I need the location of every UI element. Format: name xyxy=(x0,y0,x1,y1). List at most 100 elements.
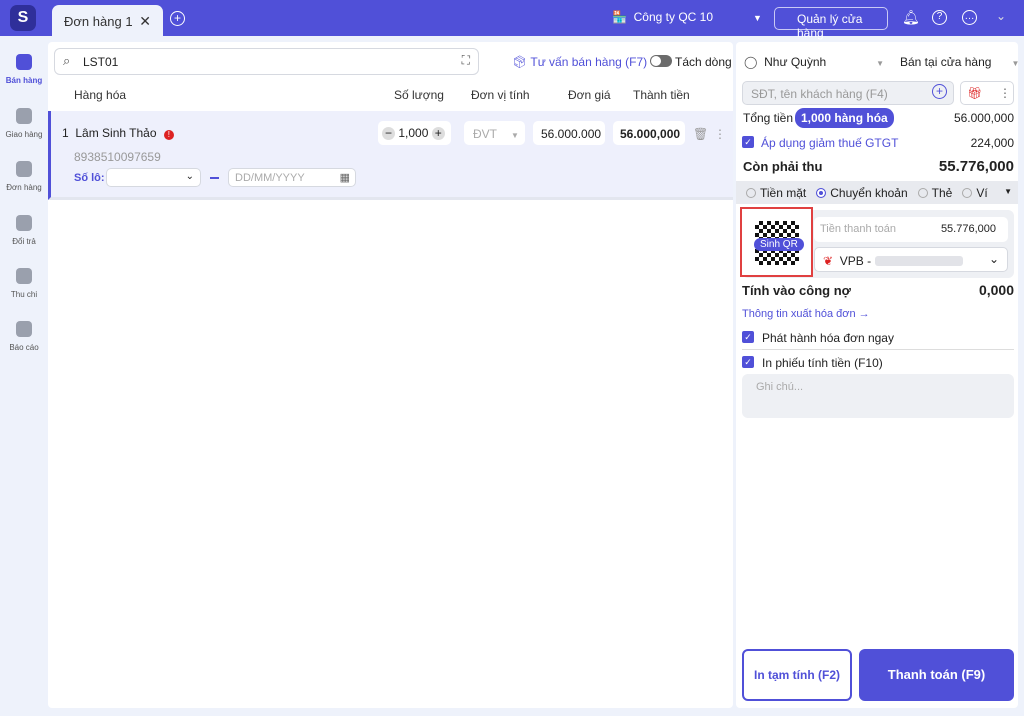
sidebar-item-don-hang[interactable]: Đơn hàng xyxy=(0,161,48,192)
customer-actions: 🎁︎ ⋮ xyxy=(960,81,1014,105)
method-cash[interactable]: Tiền mặt xyxy=(746,186,806,200)
quantity-stepper[interactable]: − 1,000 + xyxy=(378,121,451,145)
print-temp-button[interactable]: In tạm tính (F2) xyxy=(742,649,852,701)
kebab-icon[interactable]: ⋮ xyxy=(714,127,726,141)
invoice-info-link[interactable]: Thông tin xuất hóa đơn → xyxy=(742,308,870,320)
calendar-icon: ▦ xyxy=(339,172,350,184)
caret-down-icon[interactable]: ▼ xyxy=(1004,187,1012,196)
staff-select[interactable]: ◯ Như Quỳnh ▼ xyxy=(744,55,884,69)
note-textarea[interactable]: Ghi chú... xyxy=(742,374,1014,418)
product-search-input[interactable]: ⌕ LST01 ⛶ xyxy=(54,48,479,75)
staff-name: Như Quỳnh xyxy=(764,55,827,69)
add-customer-icon[interactable]: + xyxy=(932,84,947,99)
issue-invoice-label: Phát hành hóa đơn ngay xyxy=(762,331,894,345)
sidebar-item-bao-cao[interactable]: Báo cáo xyxy=(0,321,48,352)
dash-separator xyxy=(210,177,219,179)
radio xyxy=(917,188,928,198)
bag-icon xyxy=(16,54,32,70)
sidebar-label: Thu chi xyxy=(10,290,38,299)
sidebar-label: Bán hàng xyxy=(5,76,43,85)
channel-select[interactable]: Bán tại cửa hàng ▼ xyxy=(900,55,1019,69)
issue-invoice-checkbox[interactable]: ✓ xyxy=(742,331,754,343)
trash-icon[interactable]: 🗑︎ xyxy=(693,127,708,141)
vpbank-icon: ❦ xyxy=(823,254,834,268)
plus-icon[interactable]: + xyxy=(431,127,445,140)
qr-label: Sinh QR xyxy=(754,238,804,251)
help-icon[interactable]: ? xyxy=(932,10,947,25)
sidebar-item-giao-hang[interactable]: Giao hàng xyxy=(0,108,48,139)
method-label: Chuyển khoản xyxy=(830,186,908,200)
payment-amount[interactable]: Tiền thanh toán 55.776,000 xyxy=(814,217,1008,242)
total-label: Tổng tiền xyxy=(743,111,794,125)
store-manage-button[interactable]: Quản lý cửa hàng xyxy=(774,7,888,40)
sidebar-item-doi-tra[interactable]: Đổi trả xyxy=(0,215,48,246)
vat-value: 224,000 xyxy=(970,136,1014,150)
items-badge: 1,000 hàng hóa xyxy=(795,108,894,128)
caret-down-icon: ▼ xyxy=(876,59,885,68)
item-index: 1 xyxy=(62,126,69,140)
debt-value: 0,000 xyxy=(978,282,1014,298)
radio xyxy=(816,188,827,198)
print-receipt-label: In phiếu tính tiền (F10) xyxy=(762,356,883,370)
warning-icon: ! xyxy=(163,130,174,140)
split-toggle[interactable] xyxy=(650,55,672,67)
qr-generate[interactable]: Sinh QR xyxy=(740,207,813,277)
account-number-blurred xyxy=(875,256,964,266)
col-unit: Đơn vị tính xyxy=(471,88,530,102)
unit-select[interactable]: ĐVT ▼ xyxy=(464,121,525,145)
method-transfer[interactable]: Chuyển khoản xyxy=(816,186,908,200)
quantity-value: 1,000 xyxy=(398,126,429,140)
channel-name: Bán tại cửa hàng xyxy=(900,55,992,69)
sidebar-label: Giao hàng xyxy=(5,130,43,139)
kebab-icon[interactable]: ⋮ xyxy=(999,86,1011,100)
sidebar-item-thu-chi[interactable]: Thu chi xyxy=(0,268,48,299)
app-logo[interactable]: S xyxy=(10,5,36,31)
sales-advice-link[interactable]: 📦︎ Tư vấn bán hàng (F7) xyxy=(512,55,647,69)
lot-label: Số lô: xyxy=(74,172,105,184)
col-total: Thành tiền xyxy=(633,88,690,102)
gift-icon[interactable]: 🎁︎ xyxy=(967,86,982,100)
scan-icon[interactable]: ⛶ xyxy=(462,53,470,68)
document-icon xyxy=(16,161,32,177)
col-quantity: Số lượng xyxy=(394,88,444,102)
caret-down-icon: ▼ xyxy=(511,131,519,140)
radio xyxy=(746,188,756,198)
store-icon: 🏪 xyxy=(612,10,627,24)
sidebar-label: Đơn hàng xyxy=(6,183,42,192)
bank-select[interactable]: ❦ VPB - ⌄ xyxy=(814,247,1008,272)
chevron-down-icon: ⌄ xyxy=(185,171,194,182)
search-icon: ⌕ xyxy=(63,53,71,68)
lot-select[interactable]: ⌄ xyxy=(106,168,201,187)
expiry-date-input[interactable]: DD/MM/YYYY ▦ xyxy=(228,168,356,187)
chevron-down-icon[interactable]: ⌄ xyxy=(996,9,1006,23)
due-label: Còn phải thu xyxy=(743,159,823,174)
sidebar-item-ban-hang[interactable]: Bán hàng xyxy=(0,54,48,85)
customer-search-input[interactable]: SĐT, tên khách hàng (F4) + xyxy=(742,81,954,105)
close-icon[interactable]: ✕ xyxy=(139,13,151,30)
line-total: 56.000,000 xyxy=(613,121,685,145)
method-card[interactable]: Thẻ xyxy=(917,186,952,200)
bank-name: VPB - xyxy=(839,254,872,268)
add-tab-icon[interactable]: + xyxy=(170,11,185,26)
bell-icon[interactable]: 🔔︎ xyxy=(902,9,920,26)
company-select[interactable]: 🏪 Công ty QC 10 ▼ xyxy=(612,10,762,24)
customer-placeholder: SĐT, tên khách hàng (F4) xyxy=(751,87,888,101)
due-value: 55.776,000 xyxy=(938,158,1014,175)
item-name-text: Lâm Sinh Thảo xyxy=(75,126,157,140)
divider xyxy=(742,349,1014,350)
price-input[interactable]: 56.000.000 xyxy=(533,121,605,145)
debt-label: Tính vào công nợ xyxy=(742,283,851,298)
more-icon[interactable]: … xyxy=(962,10,977,25)
total-value: 56.000,000 xyxy=(953,111,1014,125)
minus-icon[interactable]: − xyxy=(382,127,395,140)
method-wallet[interactable]: Ví xyxy=(962,186,988,200)
chevron-down-icon: ⌄ xyxy=(988,252,999,266)
pay-button[interactable]: Thanh toán (F9) xyxy=(859,649,1014,701)
vat-checkbox[interactable]: ✓ xyxy=(742,136,754,148)
sidebar-label: Báo cáo xyxy=(9,343,39,352)
item-name[interactable]: 1 Lâm Sinh Thảo ! xyxy=(62,126,174,140)
print-receipt-checkbox[interactable]: ✓ xyxy=(742,356,754,368)
tab-order-1[interactable]: Đơn hàng 1 ✕ xyxy=(52,5,163,36)
search-value: LST01 xyxy=(83,55,119,69)
note-placeholder: Ghi chú... xyxy=(756,381,804,393)
